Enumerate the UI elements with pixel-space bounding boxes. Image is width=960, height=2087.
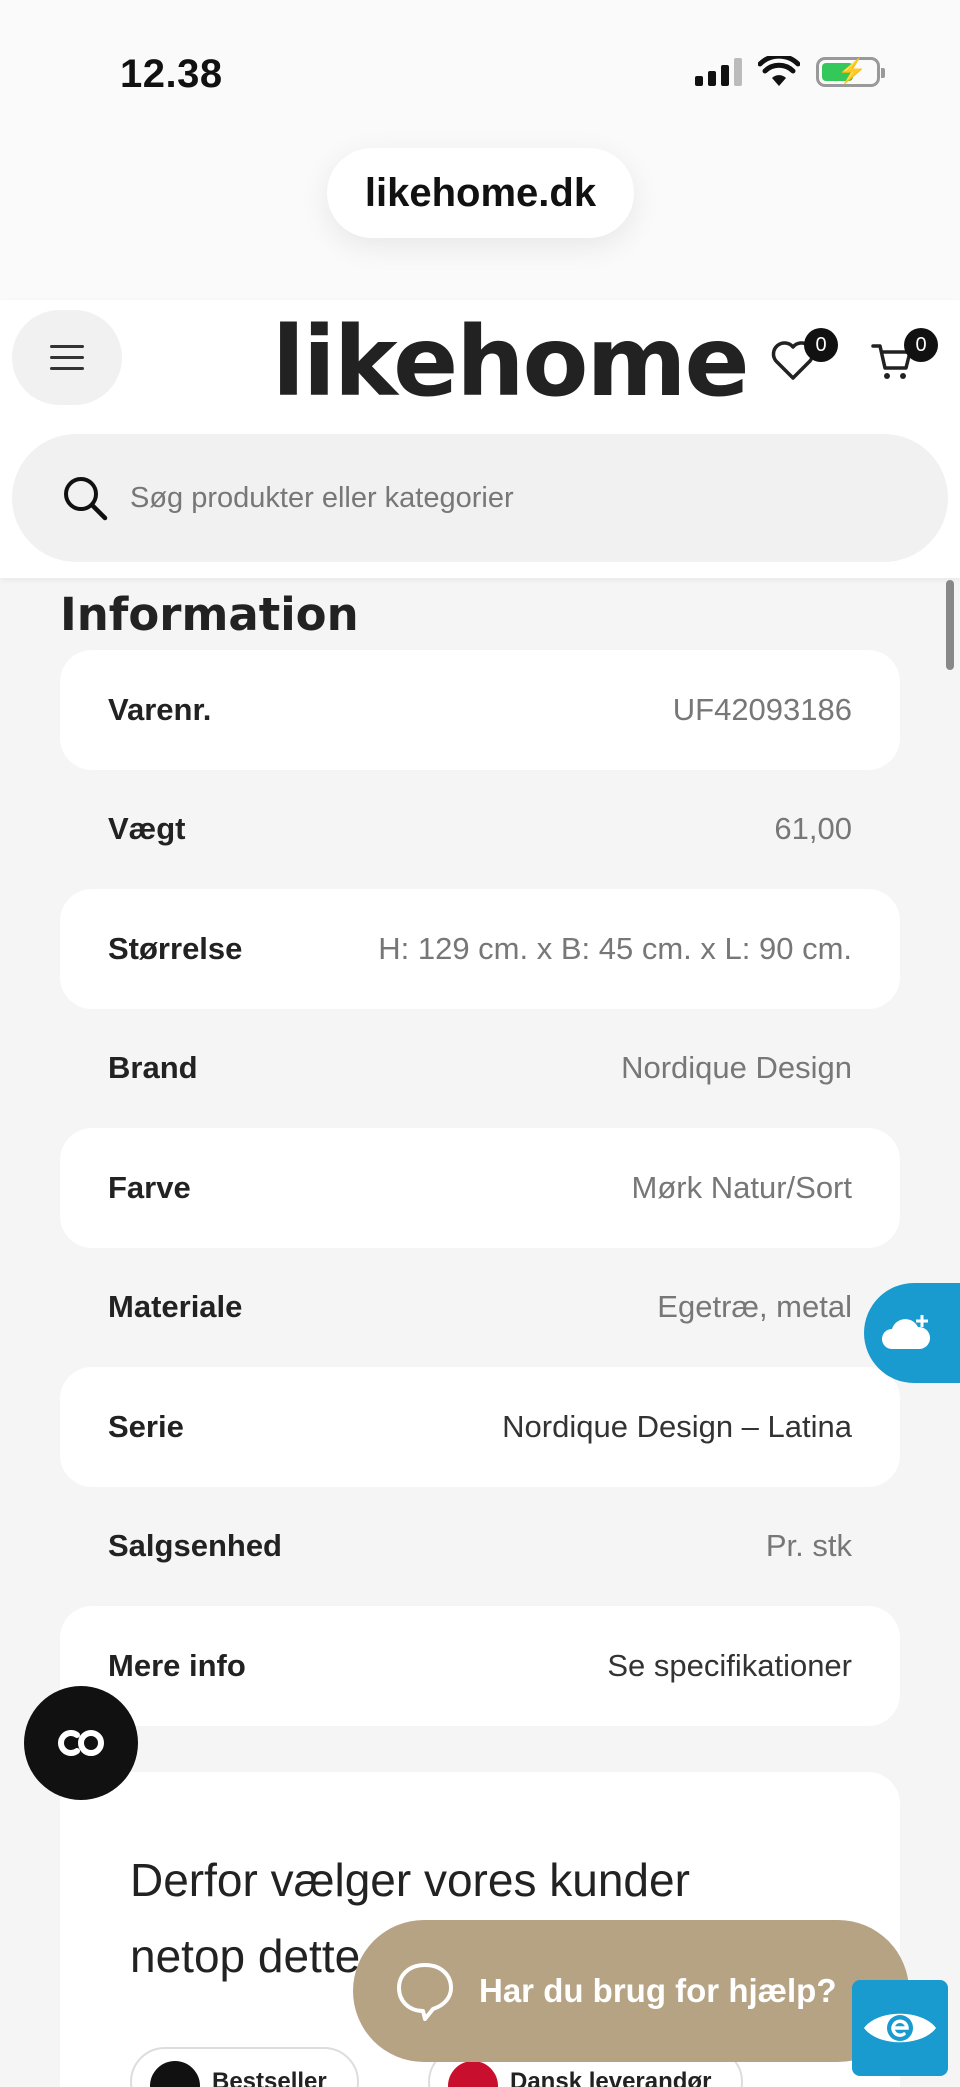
search-bar[interactable]: [12, 434, 948, 562]
info-row-brand: Brand Nordique Design: [60, 1009, 900, 1129]
co-widget-button[interactable]: [24, 1686, 138, 1800]
info-row-stoerrelse: Størrelse H: 129 cm. x B: 45 cm. x L: 90…: [60, 889, 900, 1009]
status-icons: ⚡: [695, 56, 885, 88]
browser-chrome: 12.38 ⚡ likehome.dk: [0, 0, 960, 300]
chip-label: Dansk leverandør: [510, 2068, 712, 2087]
search-input[interactable]: [130, 481, 830, 515]
chip-label: Bestseller: [212, 2068, 327, 2087]
chip-bestseller: Bestseller: [130, 2047, 359, 2087]
signal-icon: [695, 58, 742, 86]
search-icon: [64, 477, 108, 521]
scrollbar[interactable]: [946, 580, 954, 670]
info-value: Mørk Natur/Sort: [631, 1169, 852, 1205]
eye-icon: [864, 2013, 936, 2043]
info-value: UF42093186: [672, 691, 852, 727]
co-logo-icon: [58, 1730, 104, 1756]
info-row-mere-info[interactable]: Mere info Se specifikationer: [60, 1606, 900, 1726]
info-label: Materiale: [108, 1289, 243, 1325]
info-label: Mere info: [108, 1647, 246, 1683]
info-label: Serie: [108, 1408, 184, 1444]
info-row-varenr: Varenr. UF42093186: [60, 650, 900, 770]
wishlist-count-badge: 0: [804, 328, 838, 362]
info-label: Varenr.: [108, 691, 212, 727]
specifications-link[interactable]: Se specifikationer: [607, 1648, 852, 1684]
site-logo[interactable]: likehome: [272, 306, 750, 418]
info-row-vaegt: Vægt 61,00: [60, 770, 900, 890]
info-label: Størrelse: [108, 930, 243, 966]
bestseller-icon: [150, 2061, 200, 2087]
info-row-farve: Farve Mørk Natur/Sort: [60, 1128, 900, 1248]
info-value: H: 129 cm. x B: 45 cm. x L: 90 cm.: [378, 930, 852, 966]
status-time: 12.38: [120, 52, 223, 96]
url-bar[interactable]: likehome.dk: [327, 148, 634, 238]
cart-count-badge: 0: [904, 328, 938, 362]
info-label: Farve: [108, 1169, 191, 1205]
danish-flag-icon: [448, 2061, 498, 2087]
help-label: Har du brug for hjælp?: [479, 1972, 837, 2009]
wishlist-button[interactable]: 0: [770, 328, 838, 388]
battery-icon: ⚡: [816, 57, 885, 87]
help-chat-button[interactable]: Har du brug for hjælp?: [353, 1920, 909, 2062]
info-value: Egetræ, metal: [657, 1289, 852, 1325]
accessibility-button[interactable]: [852, 1980, 948, 2076]
site-header: likehome 0 0: [0, 300, 960, 578]
info-row-materiale: Materiale Egetræ, metal: [60, 1248, 900, 1368]
info-row-serie[interactable]: Serie Nordique Design – Latina: [60, 1367, 900, 1487]
menu-button[interactable]: [12, 310, 122, 405]
info-label: Brand: [108, 1050, 198, 1086]
weather-widget-tab[interactable]: [864, 1283, 960, 1383]
information-table: Varenr. UF42093186 Vægt 61,00 Størrelse …: [60, 650, 900, 1726]
info-label: Salgsenhed: [108, 1528, 282, 1564]
section-title-information: Information: [60, 588, 359, 641]
info-label: Vægt: [108, 811, 186, 847]
info-value: Nordique Design: [621, 1050, 852, 1086]
cloud-plus-icon: [882, 1315, 931, 1349]
hamburger-icon: [50, 345, 84, 348]
info-value: Pr. stk: [765, 1528, 852, 1564]
wifi-icon: [758, 56, 800, 86]
cart-button[interactable]: 0: [870, 328, 938, 388]
info-row-salgsenhed: Salgsenhed Pr. stk: [60, 1487, 900, 1607]
chat-bubble-icon: [397, 1963, 453, 2021]
serie-link[interactable]: Nordique Design – Latina: [502, 1409, 852, 1445]
info-value: 61,00: [774, 811, 852, 847]
